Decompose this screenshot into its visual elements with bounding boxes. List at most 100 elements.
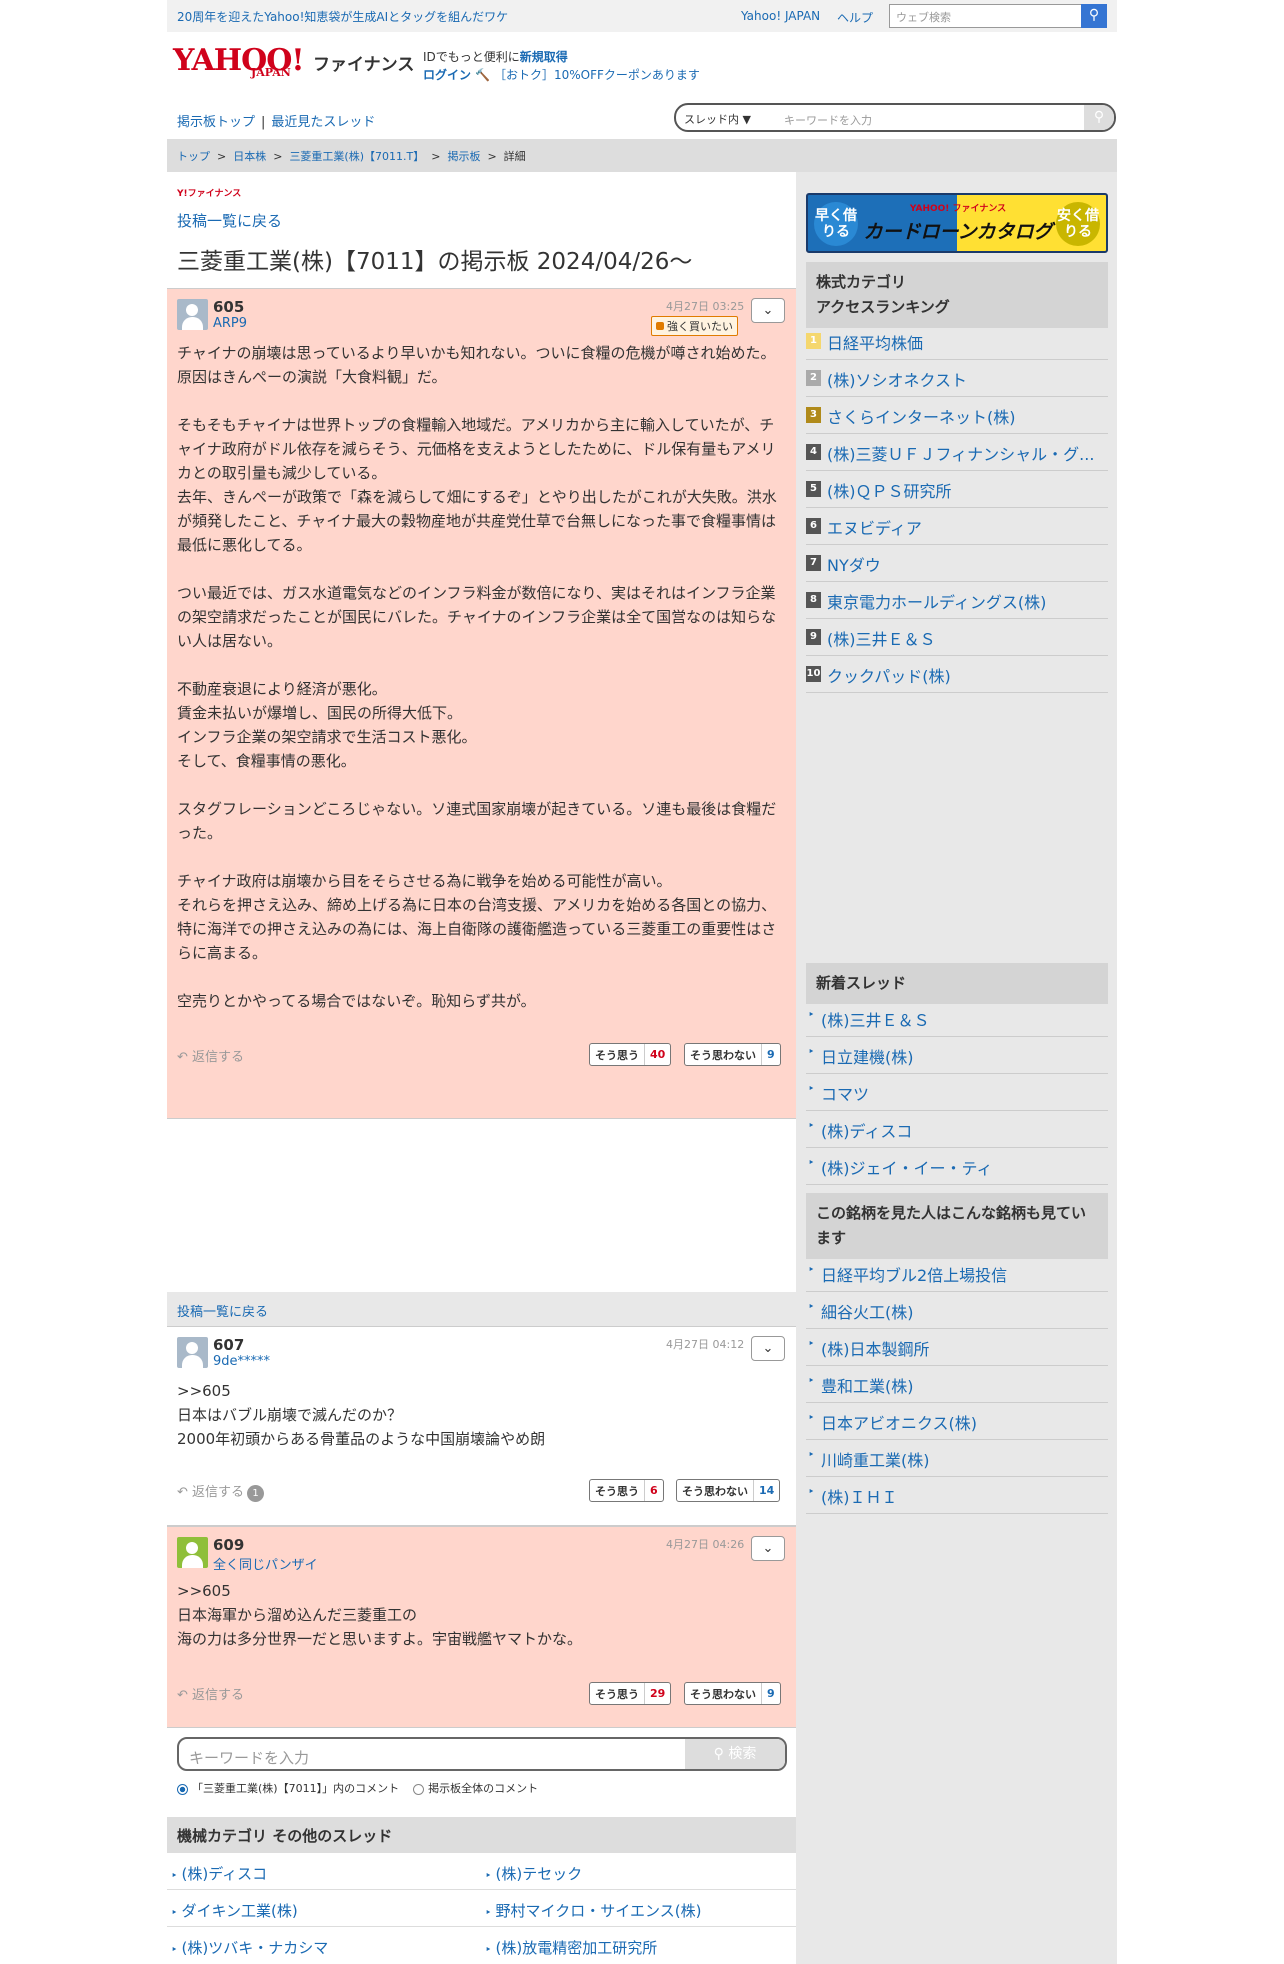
related-item[interactable]: 日経平均ブル2倍上場投信 bbox=[806, 1255, 1108, 1292]
board-top-link[interactable]: 掲示板トップ bbox=[177, 115, 255, 130]
sentiment-badge: 強く買いたい bbox=[651, 316, 738, 336]
reply-button[interactable]: ↶ 返信する 1 bbox=[177, 1481, 265, 1502]
finance-service-name[interactable]: ファイナンス bbox=[313, 50, 414, 75]
new-thread-name: 日立建機(株) bbox=[821, 1048, 914, 1067]
main-column: Y!ファイナンス 投稿一覧に戻る 三菱重工業(株)【7011】の掲示板 2024… bbox=[167, 172, 796, 1964]
post-number: 607 bbox=[213, 1336, 245, 1354]
new-thread-item[interactable]: (株)三井Ｅ＆Ｓ bbox=[806, 1000, 1108, 1037]
ranking-item[interactable]: 10 クックパッド(株) bbox=[806, 656, 1108, 693]
recent-threads-link[interactable]: 最近見たスレッド bbox=[271, 115, 375, 130]
yahoo-japan-link[interactable]: Yahoo! JAPAN bbox=[741, 9, 820, 23]
divider bbox=[167, 1926, 796, 1927]
radio-all[interactable]: 掲示板全体のコメント bbox=[413, 1782, 538, 1795]
ranking-item[interactable]: 2 (株)ソシオネクスト bbox=[806, 360, 1108, 397]
new-threads-heading: 新着スレッド bbox=[806, 963, 1108, 1004]
related-item[interactable]: 日本アビオニクス(株) bbox=[806, 1403, 1108, 1440]
register-link[interactable]: 新規取得 bbox=[520, 50, 568, 64]
card-loan-banner[interactable]: 早く借りる YAHOO! ファイナンス カードローンカタログ 安く借りる bbox=[806, 193, 1108, 253]
web-search-button[interactable]: ⚲ bbox=[1081, 4, 1107, 28]
agree-button[interactable]: そう思う 29 bbox=[589, 1682, 672, 1705]
disagree-button[interactable]: そう思わない 9 bbox=[684, 1043, 781, 1066]
related-item[interactable]: 川崎重工業(株) bbox=[806, 1440, 1108, 1477]
disagree-button[interactable]: そう思わない 9 bbox=[684, 1682, 781, 1705]
coupon-link[interactable]: ［おトク］10%OFFクーポンあります bbox=[494, 68, 700, 82]
post-user[interactable]: 全く同じパンザイ bbox=[213, 1554, 318, 1573]
disagree-count: 14 bbox=[753, 1480, 779, 1501]
rank-number: 3 bbox=[806, 407, 821, 423]
agree-button[interactable]: そう思う 40 bbox=[589, 1043, 672, 1066]
back-to-list-link[interactable]: 投稿一覧に戻る bbox=[177, 1305, 268, 1320]
ranking-item[interactable]: 3 さくらインターネット(株) bbox=[806, 397, 1108, 434]
search-button-label: 検索 bbox=[728, 1746, 757, 1762]
radio-thread[interactable]: 「三菱重工業(株)【7011】」内のコメント bbox=[177, 1782, 399, 1795]
reply-button[interactable]: ↶ 返信する bbox=[177, 1046, 244, 1065]
bottom-search-input[interactable]: キーワードを入力 bbox=[189, 1747, 309, 1768]
ranking-item[interactable]: 7 NYダウ bbox=[806, 545, 1108, 582]
banner-brand: YAHOO! ファイナンス bbox=[909, 204, 1007, 214]
post-menu-button[interactable]: ⌄ bbox=[751, 298, 785, 323]
rank-name: さくらインターネット(株) bbox=[827, 408, 1016, 427]
new-thread-item[interactable]: (株)ディスコ bbox=[806, 1111, 1108, 1148]
post-date: 4月27日 03:25 bbox=[666, 300, 745, 313]
search-scope-select[interactable]: スレッド内 ▼ bbox=[684, 111, 751, 127]
reply-button[interactable]: ↶ 返信する bbox=[177, 1684, 244, 1703]
breadcrumb: トップ > 日本株 > 三菱重工業(株)【7011.T】 > 掲示板 > 詳細 bbox=[167, 139, 1117, 172]
avatar[interactable] bbox=[177, 299, 208, 330]
login-link[interactable]: ログイン bbox=[423, 68, 471, 82]
ranking-item[interactable]: 6 エヌビディア bbox=[806, 508, 1108, 545]
web-search-input[interactable]: ウェブ検索 bbox=[889, 4, 1082, 28]
back-to-list-link[interactable]: 投稿一覧に戻る bbox=[177, 210, 282, 231]
back-to-list-bar: 投稿一覧に戻る bbox=[167, 1292, 796, 1326]
avatar[interactable] bbox=[177, 1537, 208, 1568]
reply-label: 返信する bbox=[192, 1688, 245, 1703]
ranking-item[interactable]: 1 日経平均株価 bbox=[806, 323, 1108, 360]
board-search-input[interactable]: キーワードを入力 bbox=[784, 112, 872, 128]
chevron-down-icon: ⌄ bbox=[762, 1541, 774, 1556]
top-ad-link[interactable]: 20周年を迎えたYahoo!知恵袋が生成AIとタッグを組んだワケ bbox=[177, 8, 508, 25]
agree-button[interactable]: そう思う 6 bbox=[589, 1479, 664, 1502]
disagree-count: 9 bbox=[761, 1044, 780, 1065]
related-item[interactable]: (株)日本製鋼所 bbox=[806, 1329, 1108, 1366]
post-body: チャイナの崩壊は思っているより早いかも知れない。ついに食糧の危機が噂され始めた。… bbox=[177, 344, 777, 1010]
related-item[interactable]: (株)ＩＨＩ bbox=[806, 1477, 1108, 1514]
disagree-button[interactable]: そう思わない 14 bbox=[676, 1479, 781, 1502]
other-thread-item[interactable]: 野村マイクロ・サイエンス(株) bbox=[485, 1900, 702, 1921]
post-menu-button[interactable]: ⌄ bbox=[751, 1336, 785, 1361]
breadcrumb-top[interactable]: トップ bbox=[177, 150, 210, 163]
board-search-button[interactable]: ⚲ bbox=[1084, 105, 1114, 130]
other-thread-item[interactable]: (株)テセック bbox=[485, 1863, 583, 1884]
new-thread-item[interactable]: 日立建機(株) bbox=[806, 1037, 1108, 1074]
breadcrumb-stock[interactable]: 三菱重工業(株)【7011.T】 bbox=[289, 150, 424, 163]
post-user[interactable]: ARP9 bbox=[213, 316, 247, 331]
radio-all-control[interactable] bbox=[413, 1783, 425, 1795]
rank-number: 6 bbox=[806, 518, 821, 534]
avatar[interactable] bbox=[177, 1337, 208, 1368]
help-link[interactable]: ヘルプ bbox=[837, 9, 873, 26]
divider bbox=[167, 1889, 796, 1890]
new-thread-item[interactable]: コマツ bbox=[806, 1074, 1108, 1111]
rank-name: エヌビディア bbox=[827, 519, 922, 538]
bottom-search-button[interactable]: ⚲ 検索 bbox=[685, 1739, 785, 1769]
other-thread-item[interactable]: ダイキン工業(株) bbox=[171, 1900, 298, 1921]
ranking-item[interactable]: 9 (株)三井Ｅ＆Ｓ bbox=[806, 619, 1108, 656]
ranking-item[interactable]: 4 (株)三菱ＵＦＪフィナンシャル・グ... bbox=[806, 434, 1108, 471]
ranking-item[interactable]: 8 東京電力ホールディングス(株) bbox=[806, 582, 1108, 619]
other-thread-item[interactable]: (株)放電精密加工研究所 bbox=[485, 1937, 658, 1958]
related-item[interactable]: 豊和工業(株) bbox=[806, 1366, 1108, 1403]
search-icon: ⚲ bbox=[713, 1746, 724, 1762]
breadcrumb-board[interactable]: 掲示板 bbox=[447, 150, 480, 163]
breadcrumb-jp-stocks[interactable]: 日本株 bbox=[233, 150, 266, 163]
other-thread-item[interactable]: (株)ツバキ・ナカシマ bbox=[171, 1937, 329, 1958]
ranking-item[interactable]: 5 (株)ＱＰＳ研究所 bbox=[806, 471, 1108, 508]
post-user[interactable]: 9de***** bbox=[213, 1354, 270, 1369]
new-thread-item[interactable]: (株)ジェイ・イー・ティ bbox=[806, 1148, 1108, 1185]
related-name: 日経平均ブル2倍上場投信 bbox=[821, 1266, 1008, 1285]
radio-thread-control[interactable] bbox=[177, 1783, 188, 1795]
post: 605 ARP9 4月27日 03:25 強く買いたい ⌄ チャイナの崩壊は思っ… bbox=[167, 288, 796, 1119]
yahoo-logo-japan: JAPAN bbox=[251, 66, 291, 79]
other-thread-item[interactable]: (株)ディスコ bbox=[171, 1863, 268, 1884]
hammer-icon: 🔨 bbox=[475, 68, 490, 82]
board-search: スレッド内 ▼ キーワードを入力 ⚲ bbox=[674, 103, 1116, 132]
related-item[interactable]: 細谷火工(株) bbox=[806, 1292, 1108, 1329]
post-menu-button[interactable]: ⌄ bbox=[751, 1536, 785, 1561]
